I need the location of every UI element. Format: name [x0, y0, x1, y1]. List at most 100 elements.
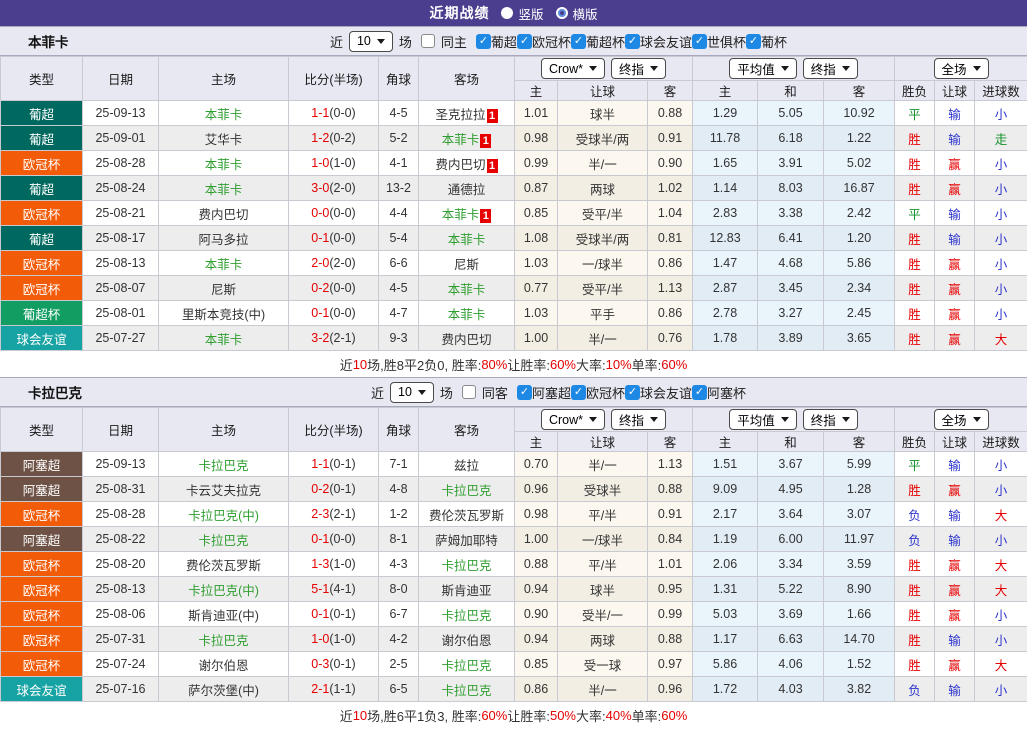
league-filter-item[interactable]: ✓葡杯 [746, 32, 787, 51]
scope-select[interactable]: 全场 [934, 409, 989, 430]
league-badge: 葡超 [1, 226, 83, 251]
match-date: 25-08-24 [83, 176, 159, 201]
league-filter-item[interactable]: ✓球会友谊 [625, 383, 692, 402]
away-team-name: 本菲卡 [442, 208, 480, 222]
corners: 4-5 [379, 276, 419, 301]
avg-draw: 6.63 [758, 627, 824, 652]
col-type: 类型 [1, 57, 83, 101]
avg-final-select[interactable]: 终指 [803, 409, 858, 430]
goals-result: 大 [975, 326, 1027, 351]
score: 0-1(0-0) [289, 226, 379, 251]
same-venue-checkbox[interactable] [421, 34, 435, 48]
avg-home: 1.65 [693, 151, 758, 176]
avg-draw: 3.91 [758, 151, 824, 176]
average-select[interactable]: 平均值 [729, 409, 797, 430]
score: 3-2(2-1) [289, 326, 379, 351]
chevron-down-icon [650, 417, 658, 422]
match-date: 25-08-07 [83, 276, 159, 301]
league-badge: 葡超杯 [1, 301, 83, 326]
home-odds: 0.98 [515, 502, 558, 527]
layout-radio-horizontal[interactable]: 横版 [556, 4, 598, 23]
home-team-name: 卡拉巴克 [198, 534, 248, 548]
match-count-select[interactable]: 10 [390, 382, 434, 403]
away-odds: 0.91 [648, 126, 693, 151]
league-badge: 欧冠杯 [1, 201, 83, 226]
league-filter-item[interactable]: ✓葡超 [476, 32, 517, 51]
league-filter-item[interactable]: ✓世俱杯 [692, 32, 746, 51]
halftime-score: (1-1) [329, 682, 355, 696]
red-card-badge: 1 [480, 134, 491, 148]
away-team: 圣克拉拉1 [419, 101, 515, 126]
summary-segment: 单率: [632, 706, 662, 725]
league-filter-item[interactable]: ✓球会友谊 [625, 32, 692, 51]
league-filter-item[interactable]: ✓阿塞超 [517, 383, 571, 402]
league-filter-item[interactable]: ✓阿塞杯 [692, 383, 746, 402]
handicap-result: 赢 [935, 151, 975, 176]
score: 1-0(1-0) [289, 627, 379, 652]
away-team: 卡拉巴克 [419, 552, 515, 577]
score: 5-1(4-1) [289, 577, 379, 602]
match-row: 欧冠杯25-08-06斯肯迪亚(中)0-1(0-1)6-7卡拉巴克0.90受半/… [1, 602, 1027, 627]
subcol-result: 胜负 [895, 432, 935, 452]
average-select[interactable]: 平均值 [729, 58, 797, 79]
away-odds: 0.86 [648, 301, 693, 326]
away-team-name: 卡拉巴克 [441, 609, 491, 623]
away-odds: 0.88 [648, 101, 693, 126]
col-corner: 角球 [379, 57, 419, 101]
handicap-result: 赢 [935, 276, 975, 301]
league-filter-item[interactable]: ✓葡超杯 [571, 32, 625, 51]
odds-final-select[interactable]: 终指 [611, 58, 666, 79]
fulltime-score: 1-1 [311, 457, 329, 471]
league-filter-item[interactable]: ✓欧冠杯 [571, 383, 625, 402]
avg-draw: 3.69 [758, 602, 824, 627]
score: 0-2(0-1) [289, 477, 379, 502]
corners: 6-6 [379, 251, 419, 276]
subcol-avg-draw: 和 [758, 81, 824, 101]
summary-segment: 近 [340, 355, 353, 374]
away-team: 本菲卡1 [419, 126, 515, 151]
league-filter-item[interactable]: ✓欧冠杯 [517, 32, 571, 51]
subcol-away-odds: 客 [648, 432, 693, 452]
home-team: 艾华卡 [159, 126, 289, 151]
score: 2-1(1-1) [289, 677, 379, 702]
col-away: 客场 [419, 57, 515, 101]
corners: 9-3 [379, 326, 419, 351]
match-date: 25-09-01 [83, 126, 159, 151]
avg-home: 2.06 [693, 552, 758, 577]
match-count-select[interactable]: 10 [349, 31, 393, 52]
score: 1-1(0-1) [289, 452, 379, 477]
halftime-score: (1-0) [329, 156, 355, 170]
away-team: 本菲卡 [419, 301, 515, 326]
scope-select[interactable]: 全场 [934, 58, 989, 79]
odds-final-select[interactable]: 终指 [611, 409, 666, 430]
corners: 5-4 [379, 226, 419, 251]
match-row: 欧冠杯25-08-13本菲卡2-0(2-0)6-6尼斯1.03一/球半0.861… [1, 251, 1027, 276]
league-filter-group: ✓葡超✓欧冠杯✓葡超杯✓球会友谊✓世俱杯✓葡杯 [476, 32, 787, 51]
odds-source-select[interactable]: Crow* [541, 58, 605, 79]
away-odds: 1.01 [648, 552, 693, 577]
avg-away: 2.45 [824, 301, 895, 326]
result: 胜 [895, 577, 935, 602]
match-date: 25-07-27 [83, 326, 159, 351]
scope-select-group: 全场 [895, 57, 1027, 81]
layout-radio-vertical[interactable]: 竖版 [501, 4, 543, 23]
match-row: 欧冠杯25-08-28卡拉巴克(中)2-3(2-1)1-2费伦茨瓦罗斯0.98平… [1, 502, 1027, 527]
match-row: 阿塞超25-08-31卡云艾夫拉克0-2(0-1)4-8卡拉巴克0.96受球半0… [1, 477, 1027, 502]
score: 0-1(0-0) [289, 301, 379, 326]
fulltime-score: 3-0 [311, 181, 329, 195]
avg-final-select[interactable]: 终指 [803, 58, 858, 79]
result: 胜 [895, 276, 935, 301]
home-team: 本菲卡 [159, 151, 289, 176]
home-team: 卡拉巴克 [159, 527, 289, 552]
col-date: 日期 [83, 57, 159, 101]
home-team-name: 本菲卡 [205, 158, 243, 172]
fulltime-score: 0-2 [311, 482, 329, 496]
odds-source-select[interactable]: Crow* [541, 409, 605, 430]
match-row: 球会友谊25-07-27本菲卡3-2(2-1)9-3费内巴切1.00半/一0.7… [1, 326, 1027, 351]
score: 1-3(1-0) [289, 552, 379, 577]
away-team: 卡拉巴克 [419, 652, 515, 677]
away-team: 本菲卡 [419, 226, 515, 251]
handicap: 受平/半 [558, 201, 648, 226]
away-odds: 1.02 [648, 176, 693, 201]
same-venue-checkbox[interactable] [462, 385, 476, 399]
